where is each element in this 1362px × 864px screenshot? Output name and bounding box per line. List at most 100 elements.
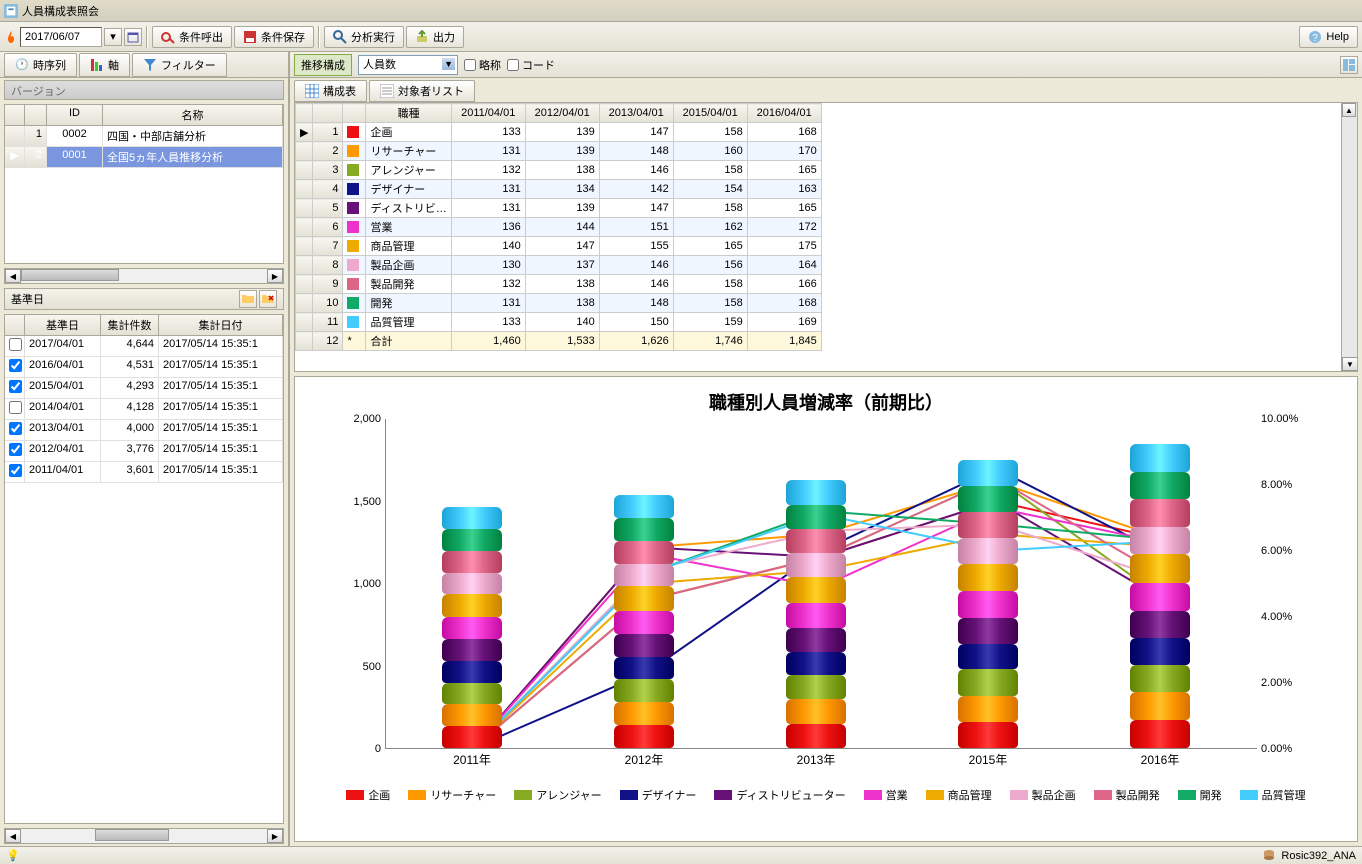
table-row[interactable]: 7商品管理140147155165175 bbox=[296, 237, 822, 256]
chart-title: 職種別人員増減率（前期比） bbox=[295, 377, 1357, 419]
output-button[interactable]: 出力 bbox=[406, 26, 464, 48]
kijun-header: 基準日 bbox=[4, 288, 284, 310]
legend-item: 開発 bbox=[1178, 787, 1222, 803]
help-button[interactable]: ?Help bbox=[1299, 26, 1358, 48]
version-hscroll[interactable]: ◀ ▶ bbox=[4, 268, 284, 284]
count-mode-dropdown[interactable]: 人員数 bbox=[358, 55, 458, 75]
clock-icon: 🕐 bbox=[15, 58, 29, 72]
version-row[interactable]: 10002四国・中部店舗分析 bbox=[5, 126, 283, 147]
kijun-row[interactable]: 2015/04/014,2932017/05/14 15:35:1 bbox=[5, 378, 283, 399]
left-tabs: 🕐時序列 軸 フィルター bbox=[0, 52, 288, 78]
layout-button[interactable] bbox=[1340, 56, 1358, 74]
table-row[interactable]: 9製品開発132138146158166 bbox=[296, 275, 822, 294]
col-name[interactable]: 名称 bbox=[103, 105, 283, 125]
tab-target-list[interactable]: 対象者リスト bbox=[369, 80, 475, 102]
save-icon bbox=[243, 30, 257, 44]
version-grid: ID 名称 10002四国・中部店舗分析▶20001全国5ヵ年人員推移分析 bbox=[4, 104, 284, 264]
x-label: 2012年 bbox=[604, 751, 684, 768]
kijun-row[interactable]: 2011/04/013,6012017/05/14 15:35:1 bbox=[5, 462, 283, 483]
chk-code[interactable]: コード bbox=[507, 57, 555, 73]
table-row[interactable]: 3アレンジャー132138146158165 bbox=[296, 161, 822, 180]
status-text: Rosic392_ANA bbox=[1281, 850, 1356, 862]
export-icon bbox=[415, 30, 429, 44]
open-folder-button[interactable] bbox=[239, 290, 257, 308]
x-label: 2016年 bbox=[1120, 751, 1200, 768]
legend-item: 製品企画 bbox=[1010, 787, 1076, 803]
kijun-row[interactable]: 2012/04/013,7762017/05/14 15:35:1 bbox=[5, 441, 283, 462]
search-icon bbox=[333, 30, 347, 44]
table-total-row: 12*合計1,4601,5331,6261,7461,845 bbox=[296, 332, 822, 351]
col-agg-date[interactable]: 集計日付 bbox=[159, 315, 283, 335]
tab-filter[interactable]: フィルター bbox=[132, 53, 227, 77]
scroll-left-button[interactable]: ◀ bbox=[5, 829, 21, 843]
chk-abbrev[interactable]: 略称 bbox=[464, 57, 501, 73]
legend-item: 商品管理 bbox=[926, 787, 992, 803]
table-row[interactable]: 11品質管理133140150159169 bbox=[296, 313, 822, 332]
cond-save-button[interactable]: 条件保存 bbox=[234, 26, 314, 48]
calendar-button[interactable] bbox=[124, 28, 142, 46]
table-row[interactable]: 8製品企画130137146156164 bbox=[296, 256, 822, 275]
legend-item: リサーチャー bbox=[408, 787, 496, 803]
bar-2013年 bbox=[786, 480, 846, 748]
grid-icon bbox=[305, 84, 319, 98]
tab-composition[interactable]: 構成表 bbox=[294, 80, 367, 102]
left-pane: 🕐時序列 軸 フィルター バージョン ID 名称 10002四国・中部店舗分析▶… bbox=[0, 52, 290, 846]
axis-icon bbox=[90, 58, 104, 72]
help-icon: ? bbox=[1308, 30, 1322, 44]
kijun-grid: 基準日 集計件数 集計日付 2017/04/014,6442017/05/14 … bbox=[4, 314, 284, 824]
kijun-hscroll[interactable]: ◀ ▶ bbox=[4, 828, 284, 844]
delete-folder-button[interactable] bbox=[259, 290, 277, 308]
data-table[interactable]: 職種2011/04/012012/04/012013/04/012015/04/… bbox=[294, 102, 1358, 372]
legend-item: アレンジャー bbox=[514, 787, 601, 803]
kijun-checkbox[interactable] bbox=[9, 422, 22, 435]
cond-recall-button[interactable]: 条件呼出 bbox=[152, 26, 232, 48]
scroll-right-button[interactable]: ▶ bbox=[267, 829, 283, 843]
kijun-row[interactable]: 2017/04/014,6442017/05/14 15:35:1 bbox=[5, 336, 283, 357]
table-row[interactable]: 2リサーチャー131139148160170 bbox=[296, 142, 822, 161]
analyze-button[interactable]: 分析実行 bbox=[324, 26, 404, 48]
version-header: バージョン bbox=[4, 80, 284, 100]
table-row[interactable]: 6営業136144151162172 bbox=[296, 218, 822, 237]
kijun-checkbox[interactable] bbox=[9, 464, 22, 477]
kijun-checkbox[interactable] bbox=[9, 401, 22, 414]
bar-2011年 bbox=[442, 507, 502, 748]
svg-text:?: ? bbox=[1313, 33, 1319, 44]
col-count[interactable]: 集計件数 bbox=[101, 315, 159, 335]
legend-item: 製品開発 bbox=[1094, 787, 1160, 803]
recall-icon bbox=[161, 30, 175, 44]
version-row[interactable]: ▶20001全国5ヵ年人員推移分析 bbox=[5, 147, 283, 168]
col-kijun-date[interactable]: 基準日 bbox=[25, 315, 101, 335]
tab-axis[interactable]: 軸 bbox=[79, 53, 130, 77]
kijun-label: 基準日 bbox=[11, 291, 44, 307]
table-vscroll[interactable]: ▲ ▼ bbox=[1341, 103, 1357, 371]
kijun-checkbox[interactable] bbox=[9, 443, 22, 456]
fire-icon bbox=[4, 30, 18, 44]
table-row[interactable]: 10開発131138148158168 bbox=[296, 294, 822, 313]
scroll-right-button[interactable]: ▶ bbox=[267, 269, 283, 283]
table-row[interactable]: 5ディストリビ…131139147158165 bbox=[296, 199, 822, 218]
kijun-checkbox[interactable] bbox=[9, 338, 22, 351]
x-label: 2011年 bbox=[432, 751, 512, 768]
kijun-row[interactable]: 2014/04/014,1282017/05/14 15:35:1 bbox=[5, 399, 283, 420]
kijun-row[interactable]: 2016/04/014,5312017/05/14 15:35:1 bbox=[5, 357, 283, 378]
date-input[interactable] bbox=[20, 27, 102, 47]
kijun-row[interactable]: 2013/04/014,0002017/05/14 15:35:1 bbox=[5, 420, 283, 441]
kijun-checkbox[interactable] bbox=[9, 380, 22, 393]
info-icon: 💡 bbox=[6, 849, 20, 863]
list-icon bbox=[380, 84, 394, 98]
db-icon bbox=[1263, 849, 1277, 863]
scroll-left-button[interactable]: ◀ bbox=[5, 269, 21, 283]
toolbar: ▾ 条件呼出 条件保存 分析実行 出力 ?Help bbox=[0, 22, 1362, 52]
legend-item: ディストリビューター bbox=[714, 787, 845, 803]
tab-time-series[interactable]: 🕐時序列 bbox=[4, 53, 77, 77]
window-title: 人員構成表照会 bbox=[22, 3, 99, 19]
legend-item: 品質管理 bbox=[1240, 787, 1306, 803]
table-row[interactable]: 4デザイナー131134142154163 bbox=[296, 180, 822, 199]
col-id[interactable]: ID bbox=[47, 105, 103, 125]
kijun-checkbox[interactable] bbox=[9, 359, 22, 372]
statusbar: 💡 Rosic392_ANA bbox=[0, 846, 1362, 864]
bar-2012年 bbox=[614, 495, 674, 748]
x-label: 2015年 bbox=[948, 751, 1028, 768]
table-row[interactable]: ▶1企画133139147158168 bbox=[296, 123, 822, 142]
date-dropdown-button[interactable]: ▾ bbox=[104, 28, 122, 46]
